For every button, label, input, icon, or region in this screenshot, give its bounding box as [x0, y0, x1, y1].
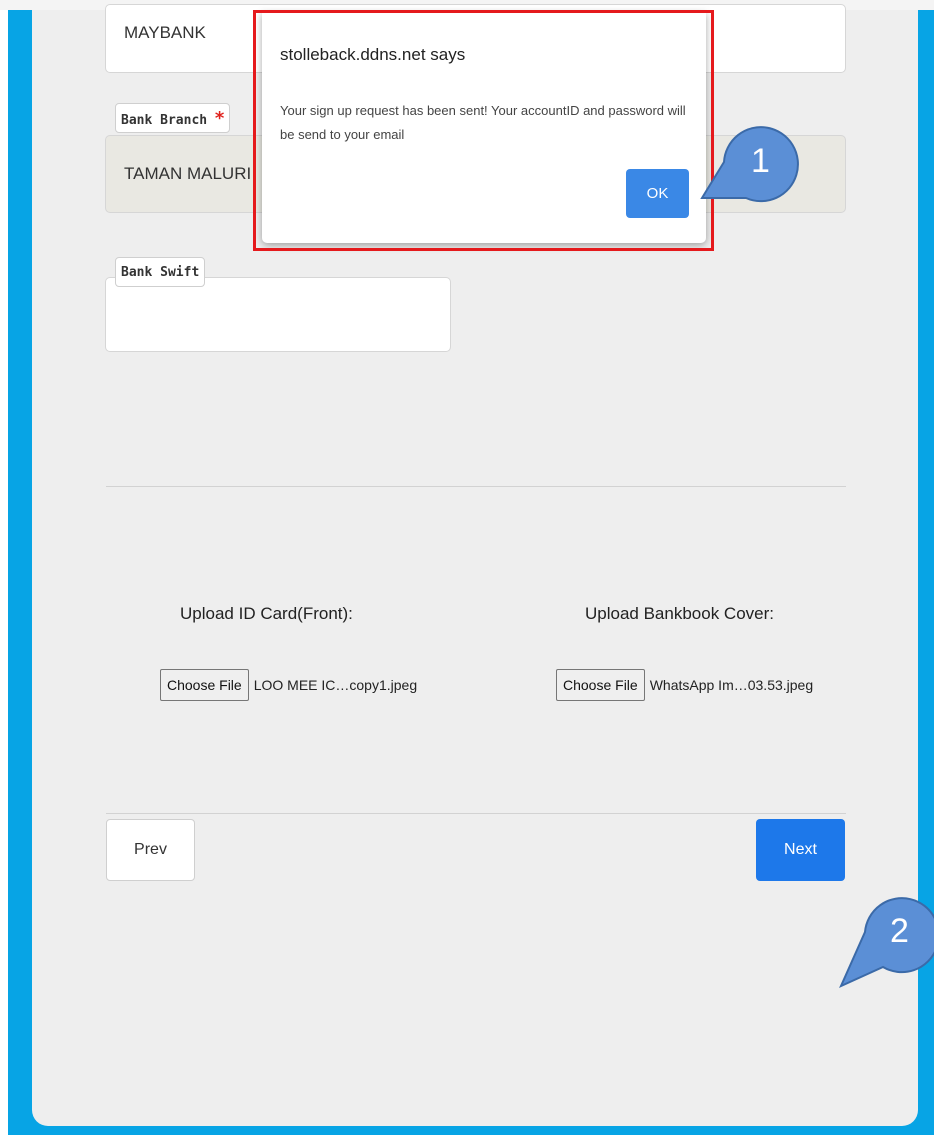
callout-2-bubble	[839, 897, 934, 988]
bank-branch-label: Bank Branch *	[115, 103, 231, 133]
bankbook-filename: WhatsApp Im…03.53.jpeg	[649, 677, 814, 693]
required-asterisk: *	[214, 108, 225, 129]
bankbook-file-input[interactable]: Choose File WhatsApp Im…03.53.jpeg	[556, 669, 813, 701]
section-divider-top	[106, 486, 846, 487]
callout-2-number: 2	[890, 912, 909, 950]
id-card-choose-file-button[interactable]: Choose File	[160, 669, 249, 701]
callout-1-number: 1	[751, 142, 770, 180]
bankbook-choose-file-button[interactable]: Choose File	[556, 669, 645, 701]
next-button[interactable]: Next	[756, 819, 845, 881]
callout-1-bubble	[700, 126, 799, 203]
bank-swift-label: Bank Swift	[115, 257, 206, 287]
id-card-file-input[interactable]: Choose File LOO MEE IC…copy1.jpeg	[160, 669, 417, 701]
bank-swift-field[interactable]	[105, 277, 451, 352]
section-divider-bottom	[106, 813, 846, 814]
id-card-filename: LOO MEE IC…copy1.jpeg	[253, 677, 418, 693]
bank-name-value: MAYBANK	[124, 23, 206, 42]
id-card-upload-title: Upload ID Card(Front):	[180, 604, 353, 623]
bankbook-upload-title: Upload Bankbook Cover:	[585, 604, 775, 623]
highlight-box	[253, 10, 714, 251]
bank-branch-value: TAMAN MALURI	[124, 164, 252, 183]
prev-button[interactable]: Prev	[106, 819, 195, 881]
